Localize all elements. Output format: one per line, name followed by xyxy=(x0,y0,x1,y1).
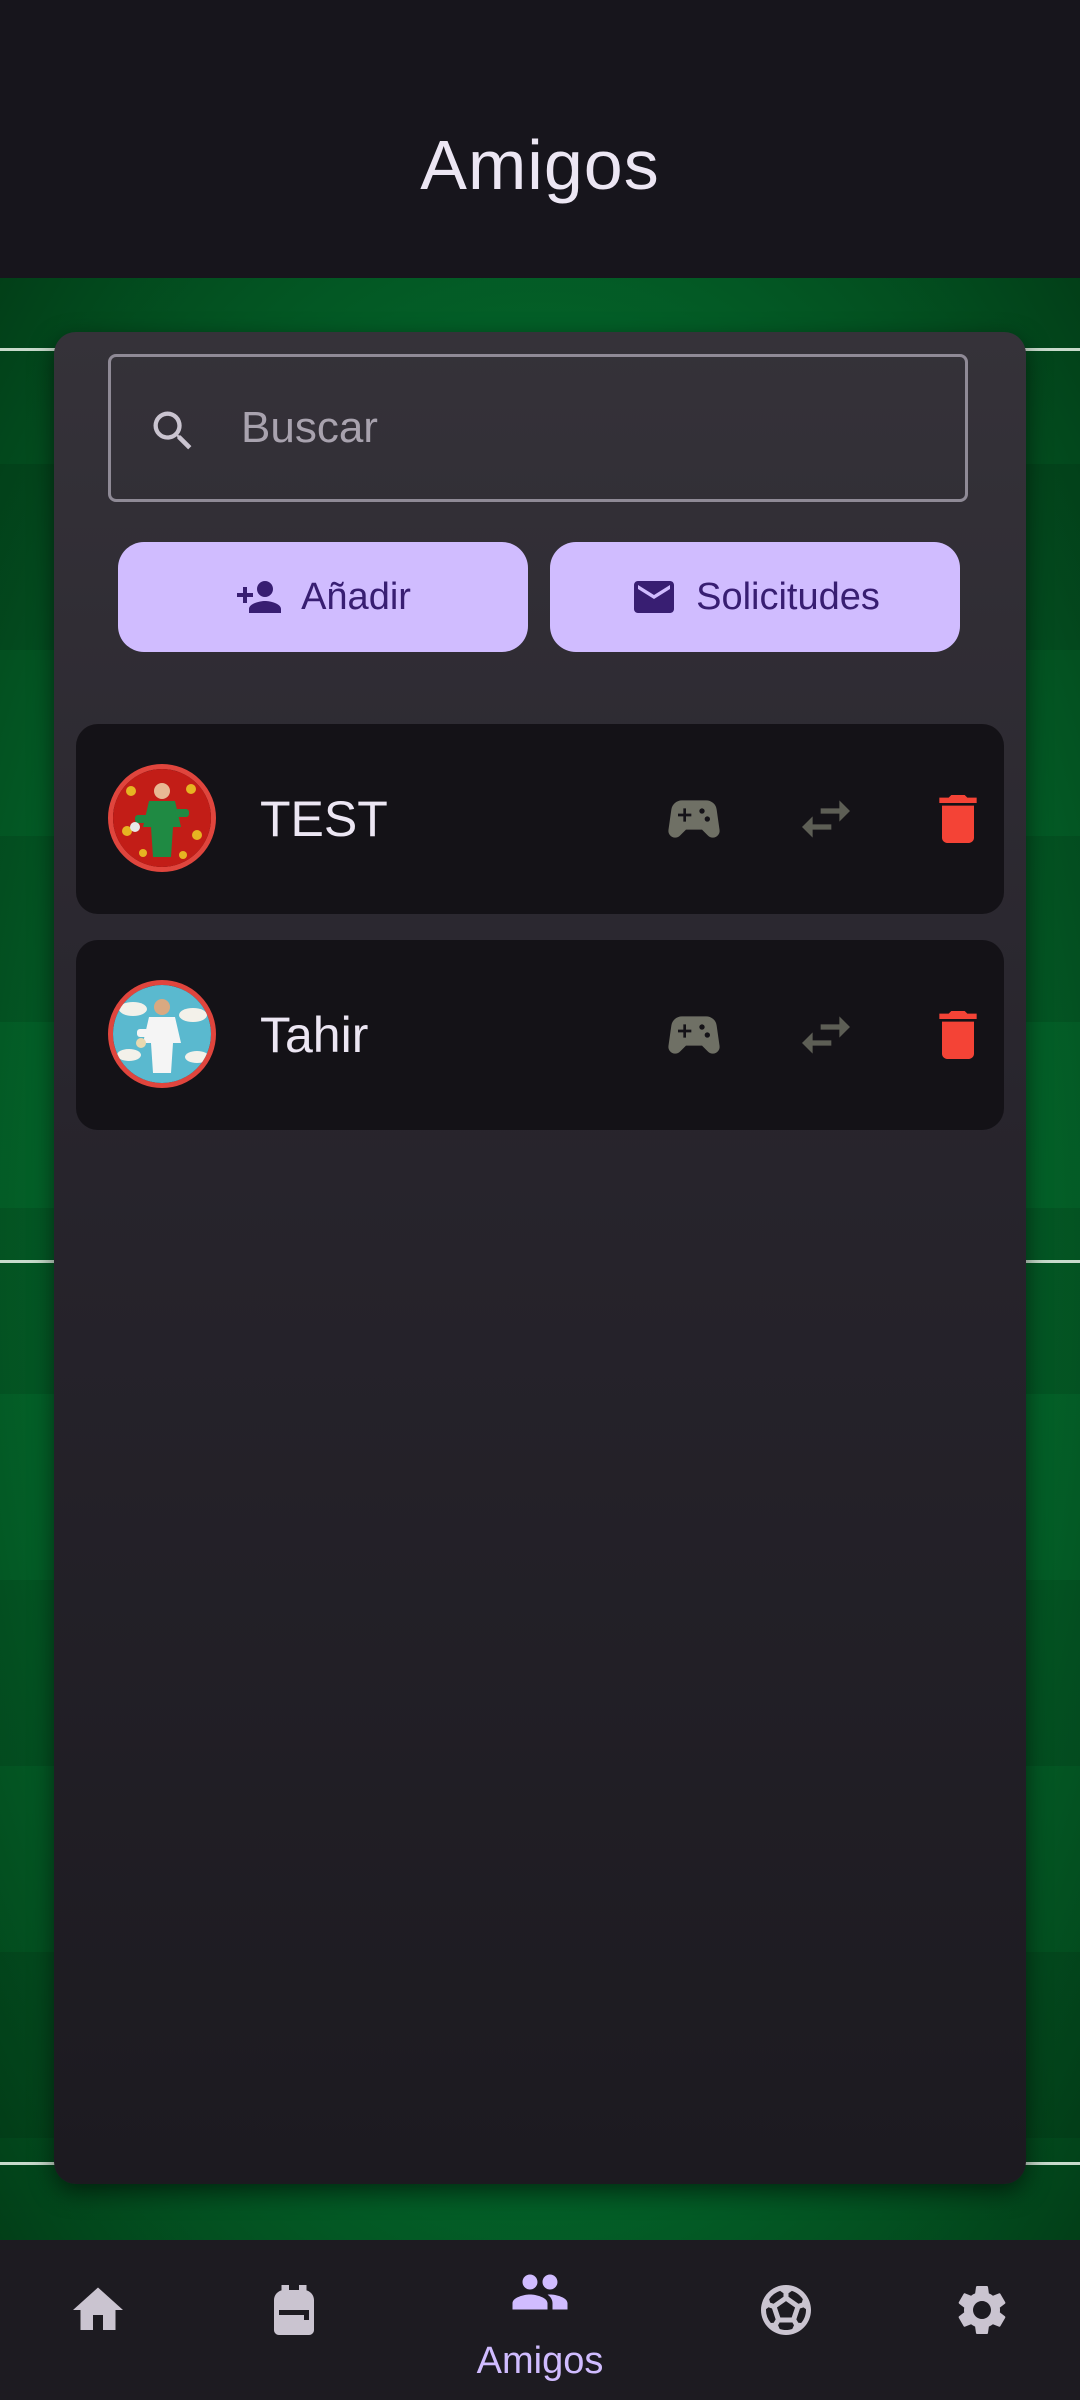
friend-name: Tahir xyxy=(260,1007,369,1063)
friend-requests-button[interactable]: Solicitudes xyxy=(550,542,960,652)
swap-arrows-icon[interactable] xyxy=(794,787,858,851)
nav-item-friends[interactable]: Amigos xyxy=(477,2240,603,2400)
people-icon xyxy=(512,2274,568,2310)
search-input[interactable] xyxy=(241,357,941,499)
field-line xyxy=(0,348,56,351)
field-line xyxy=(0,1260,56,1263)
field-line xyxy=(1024,348,1080,351)
search-icon xyxy=(153,411,192,450)
page-title: Amigos xyxy=(420,126,660,204)
add-friend-label: Añadir xyxy=(301,575,411,618)
nav-item-soccer[interactable] xyxy=(726,2240,846,2400)
field-line xyxy=(1024,1260,1080,1263)
field-line xyxy=(1024,2162,1080,2165)
delete-trash-icon[interactable] xyxy=(926,787,990,851)
add-friend-button[interactable]: Añadir xyxy=(118,542,528,652)
soccer-ball-icon xyxy=(761,2285,811,2335)
friend-list-item[interactable]: TEST xyxy=(76,724,1004,914)
top-app-bar: Amigos xyxy=(0,0,1080,278)
settings-gear-icon xyxy=(958,2286,1006,2334)
nav-item-settings[interactable] xyxy=(922,2240,1042,2400)
nav-item-backpack[interactable] xyxy=(234,2240,354,2400)
app-root: Amigos Añadir Solic xyxy=(0,0,1080,2400)
player-avatar-image xyxy=(113,769,211,867)
player-avatar-image xyxy=(113,985,211,1083)
gamepad-icon[interactable] xyxy=(662,1003,726,1067)
search-field[interactable] xyxy=(108,354,968,502)
delete-trash-icon[interactable] xyxy=(926,1003,990,1067)
mail-icon xyxy=(634,581,675,613)
swap-arrows-icon[interactable] xyxy=(794,1003,858,1067)
home-icon xyxy=(73,2287,123,2330)
friend-requests-label: Solicitudes xyxy=(696,575,880,618)
backpack-icon xyxy=(274,2285,314,2335)
nav-item-home[interactable] xyxy=(38,2240,158,2400)
friend-name: TEST xyxy=(260,791,388,847)
nav-item-friends-label: Amigos xyxy=(476,2340,604,2382)
bottom-navigation-bar: Amigos xyxy=(0,2240,1080,2400)
friends-panel: Añadir Solicitudes xyxy=(54,332,1026,2184)
person-add-icon xyxy=(237,581,282,613)
gamepad-icon[interactable] xyxy=(662,787,726,851)
avatar xyxy=(108,764,216,872)
friend-list-item[interactable]: Tahir xyxy=(76,940,1004,1130)
field-line xyxy=(0,2162,56,2165)
avatar xyxy=(108,980,216,1088)
